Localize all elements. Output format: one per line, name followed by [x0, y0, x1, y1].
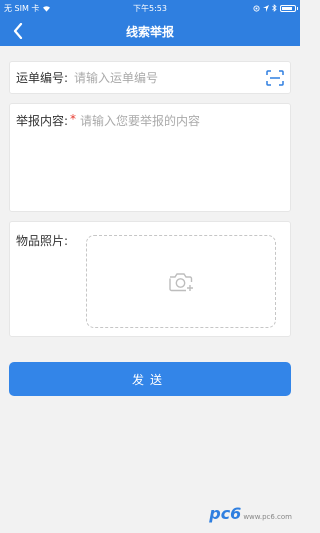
- page-title: 线索举报: [125, 24, 174, 39]
- battery-icon: [280, 4, 298, 12]
- send-button[interactable]: 发送: [9, 362, 291, 396]
- status-left: 无 SIM 卡: [4, 3, 51, 14]
- watermark-logo: pc6: [209, 504, 242, 523]
- status-right: [253, 4, 298, 12]
- photo-label: 物品照片:: [16, 234, 69, 248]
- content-label: 举报内容:: [16, 114, 69, 128]
- nav-bar: 线索举报: [0, 16, 300, 46]
- chevron-left-icon: [13, 23, 23, 39]
- lock-rotation-icon: [253, 4, 260, 12]
- report-content-row: 举报内容: *: [9, 103, 291, 212]
- bluetooth-icon: [272, 4, 277, 12]
- watermark: pc6 www.pc6.com: [209, 504, 292, 523]
- photo-row: 物品照片:: [9, 221, 291, 337]
- waybill-row: 运单编号:: [9, 61, 291, 94]
- back-button[interactable]: [8, 21, 28, 41]
- watermark-url: www.pc6.com: [243, 513, 292, 521]
- wifi-icon: [43, 5, 51, 12]
- photo-upload-box[interactable]: [86, 235, 276, 328]
- waybill-input[interactable]: [74, 70, 266, 85]
- content-textarea[interactable]: [80, 112, 284, 202]
- camera-add-icon: [169, 272, 193, 291]
- scan-icon[interactable]: [266, 69, 284, 86]
- waybill-label: 运单编号:: [16, 71, 69, 85]
- status-bar: 无 SIM 卡 下午5:53: [0, 0, 300, 16]
- location-icon: [263, 4, 269, 12]
- required-mark: *: [70, 112, 77, 126]
- carrier-text: 无 SIM 卡: [4, 3, 40, 13]
